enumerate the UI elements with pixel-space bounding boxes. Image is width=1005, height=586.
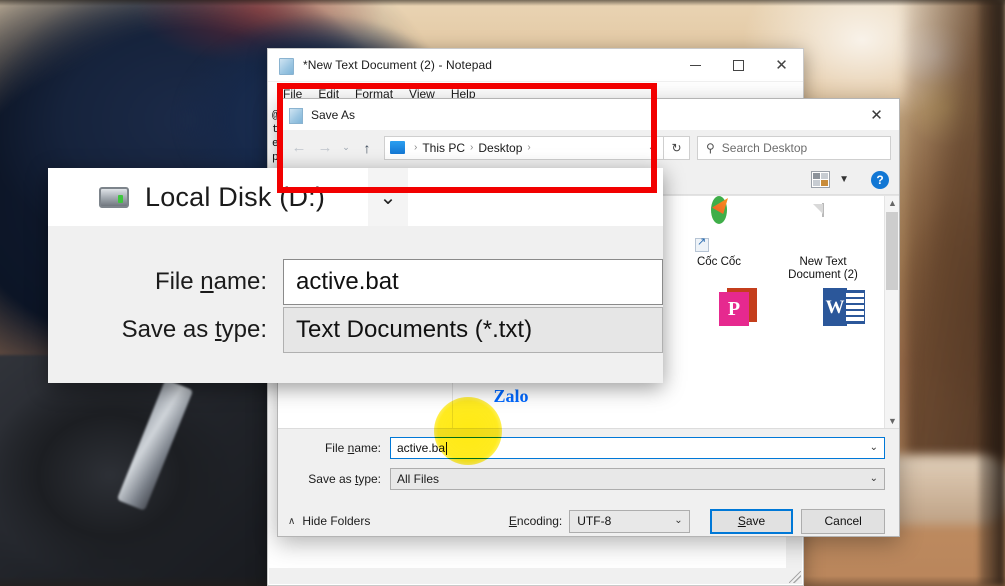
dialog-close-button[interactable]: ✕	[854, 99, 899, 130]
encoding-select[interactable]: UTF-8 ⌄	[569, 509, 690, 533]
scroll-up-icon[interactable]: ▲	[888, 198, 897, 208]
list-item-label: New Text Document (2)	[788, 256, 858, 281]
shortcut-overlay-icon	[695, 236, 709, 252]
search-input[interactable]: ⚲ Search Desktop	[697, 135, 891, 160]
file-name-label: File name:	[324, 441, 381, 455]
notepad-horizontal-scrollbar[interactable]	[269, 568, 802, 584]
save-as-titlebar[interactable]: Save As ✕	[278, 99, 899, 130]
magnified-sidebar-item: Local Disk (D:) ⌄	[48, 168, 663, 226]
cancel-button[interactable]: Cancel	[801, 508, 885, 534]
powerpoint-icon: P	[695, 288, 757, 336]
scrollbar-thumb[interactable]	[886, 212, 898, 290]
magnified-save-as-type-row: Save as type: Text Documents (*.txt)	[48, 306, 663, 354]
save-as-type-select[interactable]: All Files ⌄	[390, 468, 885, 490]
breadcrumb-this-pc[interactable]: This PC	[422, 141, 465, 155]
refresh-icon[interactable]: ↻	[664, 135, 690, 160]
hide-folders-button[interactable]: ∧ Hide Folders	[288, 514, 509, 528]
cursor-highlight	[434, 397, 502, 465]
screen: *New Text Document (2) - Notepad ✕ File …	[0, 0, 1005, 586]
chevron-down-icon[interactable]: ⌄	[674, 515, 682, 526]
notepad-window-buttons: ✕	[674, 49, 803, 82]
chevron-down-icon[interactable]: ⌄	[870, 473, 878, 484]
list-item[interactable]: New Text Document (2)	[771, 203, 875, 282]
search-placeholder: Search Desktop	[721, 140, 808, 155]
magnified-overlay: Local Disk (D:) ⌄ File name: active.bat …	[48, 168, 663, 383]
chevron-down-icon: ⌄	[368, 168, 408, 226]
forward-arrow-icon[interactable]: →	[312, 135, 338, 161]
drive-icon	[99, 186, 129, 208]
magnified-form: File name: active.bat Save as type: Text…	[48, 226, 663, 383]
save-as-type-value: All Files	[397, 472, 440, 486]
magnified-save-as-type-label: Save as type:	[121, 316, 267, 343]
view-layout-icon[interactable]	[811, 171, 831, 188]
file-list-scrollbar[interactable]: ▲ ▼	[884, 196, 899, 428]
breadcrumb-separator: ›	[527, 142, 531, 153]
up-arrow-icon[interactable]: ↑	[354, 135, 380, 161]
magnified-save-as-type-value: Text Documents (*.txt)	[283, 307, 663, 353]
list-item[interactable]: Cốc Cốc	[667, 196, 771, 282]
notepad-title: *New Text Document (2) - Notepad	[303, 58, 493, 72]
save-as-type-row: Save as type: All Files ⌄	[278, 467, 899, 491]
save-as-type-label: Save as type:	[308, 472, 381, 486]
notepad-icon	[277, 57, 294, 75]
magnified-file-name-label: File name:	[154, 268, 267, 295]
save-as-form: File name: active.ba ⌄ Save as type: All…	[278, 428, 899, 536]
list-item-label: Cốc Cốc	[696, 256, 742, 268]
magnified-file-name-value: active.bat	[283, 259, 663, 305]
chevron-down-icon[interactable]: ⌄	[641, 142, 663, 153]
encoding-label: Encoding:	[508, 514, 563, 528]
back-arrow-icon[interactable]: ←	[286, 135, 312, 161]
list-item[interactable]: W	[771, 288, 875, 366]
close-button[interactable]: ✕	[760, 49, 803, 82]
wallpaper-right-edge	[979, 0, 1005, 586]
maximize-button[interactable]	[717, 49, 760, 82]
save-as-title: Save As	[311, 107, 356, 122]
recent-locations-icon[interactable]: ⌄	[338, 135, 354, 161]
wallpaper-top-edge	[0, 0, 1005, 6]
coccoc-icon	[695, 196, 743, 252]
hide-folders-label: Hide Folders	[302, 514, 371, 528]
dialog-footer: ∧ Hide Folders Encoding: UTF-8 ⌄ Save Ca…	[278, 507, 899, 535]
navigation-bar: ← → ⌄ ↑ › This PC › Desktop › ⌄ ↻ ⚲ Sear…	[278, 130, 899, 165]
text-document-icon	[799, 203, 847, 252]
magnified-drive-label: Local Disk (D:)	[145, 181, 326, 212]
this-pc-icon	[390, 141, 405, 154]
resize-grip[interactable]	[789, 571, 801, 583]
breadcrumb-separator: ›	[470, 142, 474, 153]
encoding-value: UTF-8	[577, 514, 612, 528]
notepad-titlebar[interactable]: *New Text Document (2) - Notepad ✕	[268, 49, 803, 82]
breadcrumb-desktop[interactable]: Desktop	[478, 141, 522, 155]
word-icon: W	[799, 288, 865, 336]
breadcrumb-separator: ›	[414, 142, 418, 153]
address-bar[interactable]: › This PC › Desktop › ⌄	[384, 135, 664, 160]
notepad-icon	[287, 107, 303, 124]
save-button[interactable]: Save	[709, 508, 794, 534]
chevron-up-icon: ∧	[288, 515, 296, 527]
scroll-down-icon[interactable]: ▼	[888, 416, 897, 426]
chevron-down-icon[interactable]: ⌄	[870, 442, 878, 453]
minimize-button[interactable]	[674, 49, 717, 82]
chevron-down-icon[interactable]: ▼	[839, 174, 849, 185]
file-name-row: File name: active.ba ⌄	[278, 436, 899, 460]
magnified-file-name-row: File name: active.bat	[48, 258, 663, 306]
search-icon: ⚲	[706, 140, 715, 155]
list-item[interactable]: P	[667, 288, 771, 366]
help-icon[interactable]: ?	[871, 170, 889, 189]
